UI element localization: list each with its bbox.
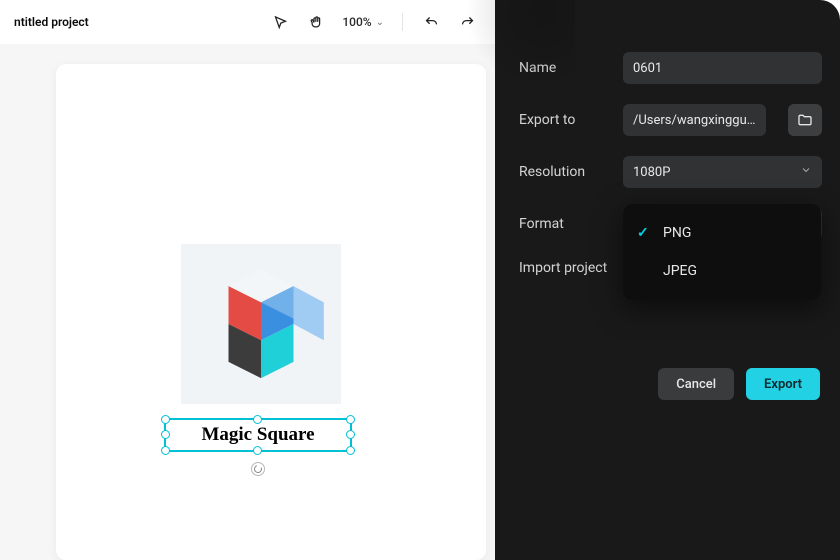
export-path-value: /Users/wangxingguo/... bbox=[633, 113, 756, 128]
zoom-value: 100% bbox=[342, 15, 371, 29]
resize-handle-tr[interactable] bbox=[346, 415, 355, 424]
resize-handle-mr[interactable] bbox=[346, 430, 355, 439]
toolbar-divider bbox=[402, 13, 403, 31]
format-option-label: JPEG bbox=[663, 263, 697, 279]
export-path-input[interactable]: /Users/wangxingguo/... bbox=[623, 104, 766, 136]
canvas[interactable]: Magic Square bbox=[56, 64, 486, 560]
cancel-label: Cancel bbox=[676, 377, 716, 392]
dialog-buttons: Cancel Export bbox=[658, 368, 820, 400]
project-title[interactable]: ntitled project bbox=[14, 15, 89, 29]
resize-handle-tl[interactable] bbox=[161, 415, 170, 424]
format-option-jpeg[interactable]: JPEG bbox=[623, 252, 821, 290]
label-export-to: Export to bbox=[519, 112, 609, 128]
check-icon: ✓ bbox=[637, 225, 653, 241]
row-name: Name 0601 bbox=[519, 52, 822, 84]
browse-folder-button[interactable] bbox=[788, 104, 822, 136]
name-value: 0601 bbox=[633, 61, 662, 76]
label-format: Format bbox=[519, 216, 609, 232]
resize-handle-bm[interactable] bbox=[253, 446, 262, 455]
format-option-label: PNG bbox=[663, 225, 691, 241]
hand-tool-button[interactable] bbox=[302, 8, 330, 36]
resize-handle-tm[interactable] bbox=[253, 415, 262, 424]
resolution-select[interactable]: 1080P bbox=[623, 156, 822, 188]
undo-button[interactable] bbox=[417, 8, 445, 36]
export-label: Export bbox=[764, 377, 802, 392]
export-button[interactable]: Export bbox=[746, 368, 820, 400]
label-name: Name bbox=[519, 60, 609, 76]
cube-icon bbox=[196, 259, 326, 389]
cancel-button[interactable]: Cancel bbox=[658, 368, 734, 400]
resize-handle-ml[interactable] bbox=[161, 430, 170, 439]
format-dropdown: ✓ PNG JPEG bbox=[623, 204, 821, 300]
topbar: ntitled project 100% ⌄ bbox=[0, 0, 495, 44]
name-input[interactable]: 0601 bbox=[623, 52, 822, 84]
cube-image[interactable] bbox=[181, 244, 341, 404]
text-layer-selected[interactable]: Magic Square bbox=[164, 418, 352, 452]
label-import-project: Import project bbox=[519, 260, 607, 276]
rotate-handle[interactable] bbox=[251, 462, 265, 476]
chevron-down-icon bbox=[800, 164, 812, 180]
format-option-png[interactable]: ✓ PNG bbox=[623, 214, 821, 252]
resolution-value: 1080P bbox=[633, 165, 670, 180]
redo-button[interactable] bbox=[453, 8, 481, 36]
resize-handle-br[interactable] bbox=[346, 446, 355, 455]
chevron-down-icon: ⌄ bbox=[376, 17, 384, 28]
folder-icon bbox=[797, 112, 813, 128]
resize-handle-bl[interactable] bbox=[161, 446, 170, 455]
zoom-level[interactable]: 100% ⌄ bbox=[338, 15, 388, 29]
export-panel: Name 0601 Export to /Users/wangxingguo/.… bbox=[495, 0, 840, 560]
row-export-to: Export to /Users/wangxingguo/... bbox=[519, 104, 822, 136]
label-resolution: Resolution bbox=[519, 164, 609, 180]
select-tool-button[interactable] bbox=[266, 8, 294, 36]
row-resolution: Resolution 1080P bbox=[519, 156, 822, 188]
editor-window: ntitled project 100% ⌄ bbox=[0, 0, 495, 560]
